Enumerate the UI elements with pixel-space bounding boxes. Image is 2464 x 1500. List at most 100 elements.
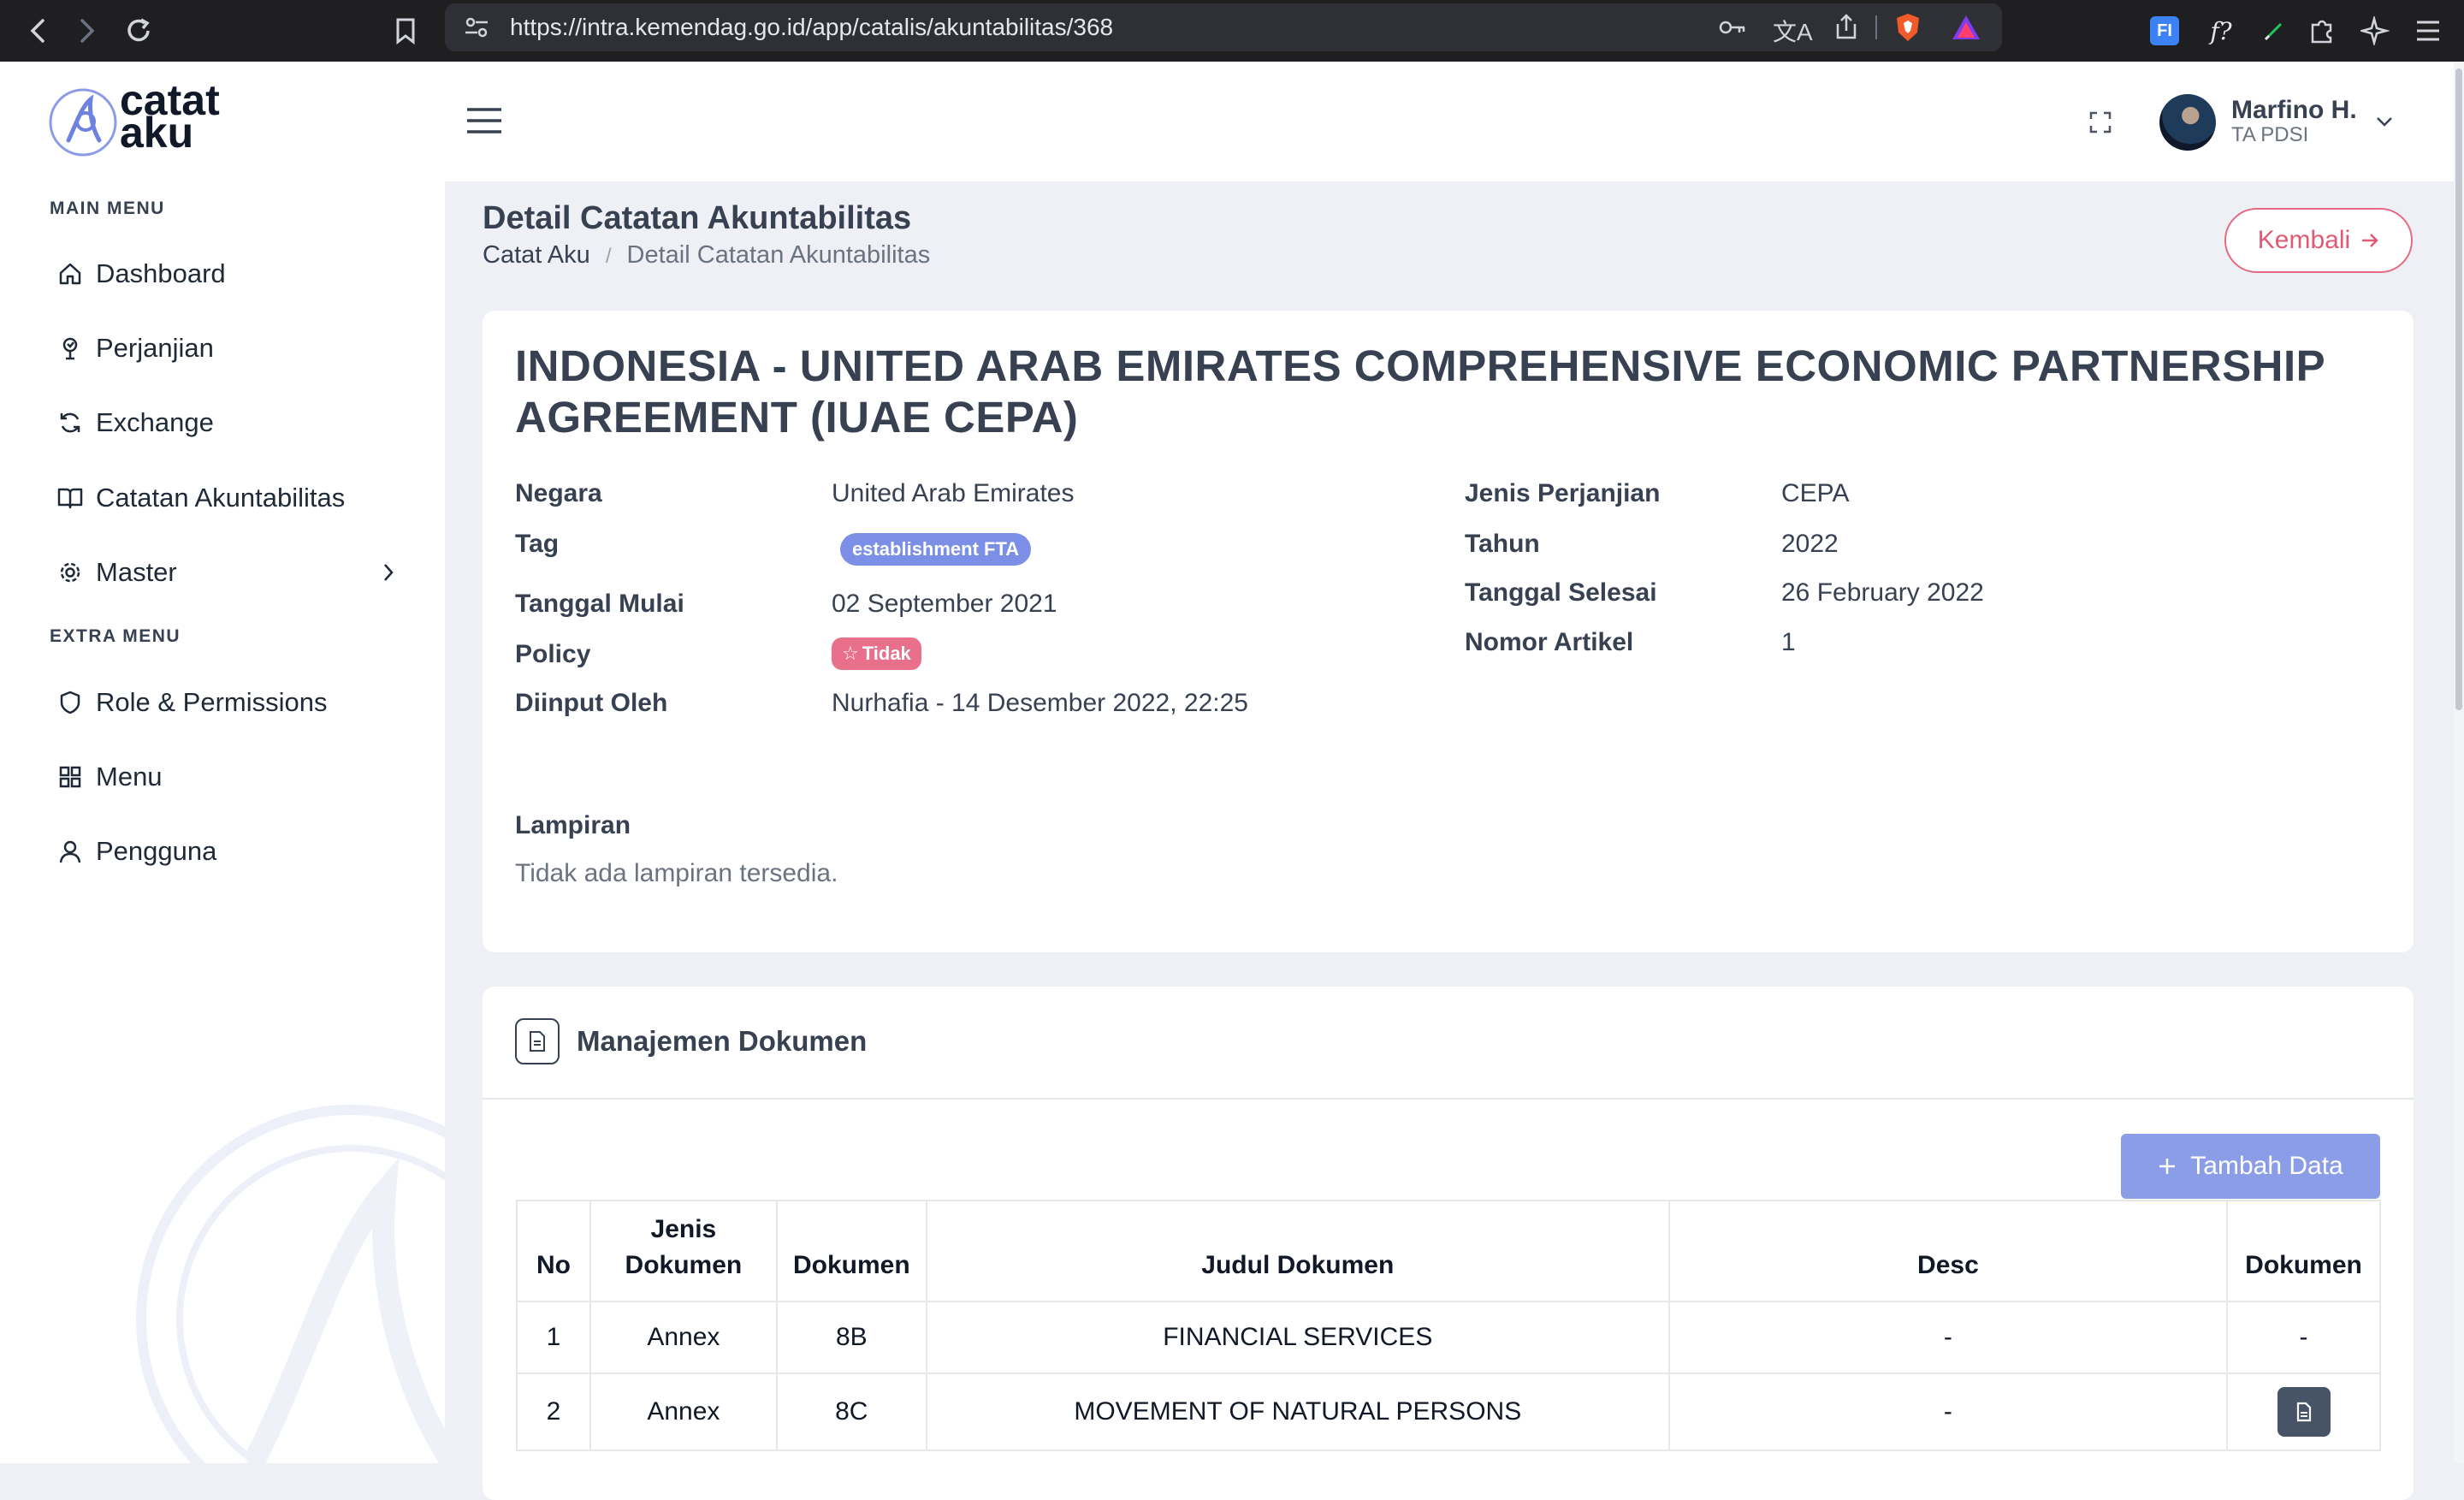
label-policy: Policy [515, 640, 591, 668]
plus-icon [2158, 1157, 2177, 1176]
sidebar-item-dashboard[interactable]: Dashboard [53, 248, 226, 299]
table-row: 2 Annex 8C MOVEMENT OF NATURAL PERSONS - [516, 1373, 2381, 1451]
cell-judul: MOVEMENT OF NATURAL PERSONS [925, 1373, 1670, 1451]
cell-judul: FINANCIAL SERVICES [925, 1301, 1670, 1374]
sidebar-item-perjanjian[interactable]: Perjanjian [53, 323, 214, 374]
page-title: Detail Catatan Akuntabilitas [483, 200, 912, 236]
cell-file: - [2226, 1301, 2381, 1374]
sidebar-item-menu[interactable]: Menu [53, 751, 163, 803]
key-icon[interactable] [1718, 15, 1747, 39]
value-negara: United Arab Emirates [832, 479, 1075, 507]
column-header-no[interactable]: No [516, 1200, 591, 1302]
table-row: 1 Annex 8B FINANCIAL SERVICES - - [516, 1301, 2381, 1374]
avatar[interactable] [2159, 94, 2216, 151]
column-header-judul-dokumen[interactable]: Judul Dokumen [925, 1200, 1670, 1302]
address-bar[interactable]: https://intra.kemendag.go.id/app/catalis… [445, 3, 2002, 51]
policy-badge: ☆ Tidak [832, 637, 921, 670]
extension-fi-icon[interactable]: FI [2146, 12, 2183, 50]
value-tanggal-mulai: 02 September 2021 [832, 590, 1057, 618]
cell-desc: - [1667, 1373, 2229, 1451]
url-text[interactable]: https://intra.kemendag.go.id/app/catalis… [510, 3, 1113, 51]
column-header-file[interactable]: Dokumen [2226, 1200, 2381, 1302]
sidebar: catat aku MAIN MENU Dashboard Perjanjian… [0, 62, 445, 1463]
sidebar-item-pengguna[interactable]: Pengguna [53, 826, 216, 877]
column-header-desc[interactable]: Desc [1667, 1200, 2229, 1302]
documents-title: Manajemen Dokumen [577, 1025, 868, 1057]
cell-no: 1 [516, 1301, 591, 1374]
agreement-title: INDONESIA - UNITED ARAB EMIRATES COMPREH… [515, 341, 2325, 442]
back-icon[interactable] [19, 12, 56, 50]
translate-icon[interactable]: 文A [1773, 14, 1813, 48]
browser-menu-icon[interactable] [2409, 12, 2447, 50]
top-header: Marfino H. TA PDSI [445, 62, 2454, 181]
breadcrumb: Catat Aku / Detail Catatan Akuntabilitas [483, 241, 930, 270]
cell-file [2226, 1373, 2381, 1451]
cell-dokumen: 8B [775, 1301, 927, 1374]
refresh-icon [53, 406, 87, 440]
reload-icon[interactable] [120, 12, 157, 50]
label-nomor-artikel: Nomor Artikel [1465, 628, 1634, 656]
cell-no: 2 [516, 1373, 591, 1451]
sidebar-item-role-permissions[interactable]: Role & Permissions [53, 677, 327, 728]
logo-icon [48, 87, 118, 157]
star-icon: ☆ [842, 643, 859, 664]
documents-card-divider [483, 1098, 2414, 1100]
brave-shield-icon[interactable] [1894, 12, 1922, 43]
gear-icon [53, 555, 87, 590]
chevron-down-icon[interactable] [2375, 115, 2394, 128]
book-icon [53, 481, 87, 515]
home-icon [53, 257, 87, 291]
breadcrumb-separator: / [605, 245, 612, 268]
fullscreen-icon[interactable] [2089, 111, 2112, 133]
main-menu-heading: MAIN MENU [50, 199, 165, 218]
view-document-button[interactable] [2277, 1387, 2331, 1437]
value-jenis-perjanjian: CEPA [1781, 479, 1850, 507]
extensions-puzzle-icon[interactable] [2303, 12, 2341, 50]
brave-rewards-icon[interactable] [1951, 14, 1981, 41]
extension-pen-icon[interactable] [2255, 12, 2293, 50]
browser-toolbar: https://intra.kemendag.go.id/app/catalis… [0, 0, 2464, 62]
agreement-icon [53, 331, 87, 365]
label-tanggal-mulai: Tanggal Mulai [515, 590, 684, 618]
cell-jenis: Annex [589, 1301, 778, 1374]
shield-icon [53, 685, 87, 720]
extension-fx-icon[interactable]: f? [2202, 12, 2240, 50]
cell-dokumen: 8C [775, 1373, 927, 1451]
add-data-button[interactable]: Tambah Data [2121, 1134, 2380, 1199]
back-button[interactable]: Kembali [2224, 208, 2413, 273]
column-header-jenis-dokumen[interactable]: Jenis Dokumen [589, 1200, 778, 1302]
scrollbar-thumb[interactable] [2455, 68, 2462, 710]
sidebar-item-master[interactable]: Master [53, 547, 395, 598]
extra-menu-heading: EXTRA MENU [50, 626, 181, 646]
value-tanggal-selesai: 26 February 2022 [1781, 578, 1984, 607]
share-icon[interactable] [1834, 12, 1858, 41]
user-name[interactable]: Marfino H. [2231, 96, 2357, 125]
breadcrumb-home[interactable]: Catat Aku [483, 241, 590, 269]
logo-watermark [128, 1097, 445, 1463]
label-tag: Tag [515, 530, 560, 558]
divider [1875, 15, 1877, 39]
sidebar-item-catatan-akuntabilitas[interactable]: Catatan Akuntabilitas [53, 472, 345, 524]
ai-sparkle-icon[interactable] [2356, 12, 2394, 50]
hamburger-menu-icon[interactable] [465, 106, 503, 135]
chevron-right-icon [382, 562, 395, 583]
grid-icon [53, 760, 87, 794]
lampiran-empty-text: Tidak ada lampiran tersedia. [515, 859, 838, 887]
site-settings-icon[interactable] [464, 15, 489, 39]
document-icon [515, 1018, 560, 1064]
sidebar-item-exchange[interactable]: Exchange [53, 397, 214, 448]
bookmark-icon[interactable] [387, 12, 424, 50]
value-diinput-oleh: Nurhafia - 14 Desember 2022, 22:25 [832, 689, 1248, 717]
logo-text[interactable]: catat aku [120, 79, 220, 154]
forward-icon[interactable] [68, 12, 106, 50]
cell-jenis: Annex [589, 1373, 778, 1451]
arrow-right-icon [2360, 232, 2379, 249]
documents-table: No Jenis Dokumen Dokumen Judul Dokumen De… [516, 1200, 2381, 1451]
column-header-dokumen[interactable]: Dokumen [775, 1200, 927, 1302]
user-role: TA PDSI [2231, 123, 2309, 146]
label-lampiran: Lampiran [515, 811, 631, 839]
cell-desc: - [1667, 1301, 2229, 1374]
table-header-row: No Jenis Dokumen Dokumen Judul Dokumen De… [516, 1200, 2381, 1302]
value-nomor-artikel: 1 [1781, 628, 1796, 656]
label-tahun: Tahun [1465, 530, 1540, 558]
